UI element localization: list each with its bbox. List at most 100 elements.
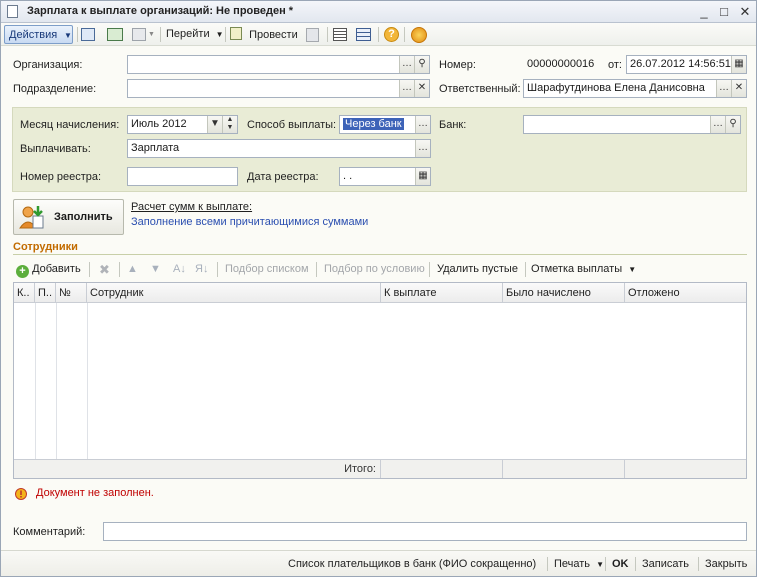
pay-label: Выплачивать: xyxy=(20,143,91,155)
maximize-button[interactable]: □ xyxy=(716,4,732,19)
organization-label: Организация: xyxy=(13,59,83,71)
employees-table[interactable]: К.. П.. № Сотрудник К выплате Было начис… xyxy=(13,282,747,479)
move-up-icon[interactable]: ▲ xyxy=(127,260,138,279)
table-settings-icon[interactable] xyxy=(356,28,371,41)
pick-list-button[interactable]: Подбор списком xyxy=(225,260,309,279)
actions-label: Действия xyxy=(9,29,58,41)
column-header[interactable]: Было начислено xyxy=(503,283,625,303)
print-menu-button[interactable]: Печать ▼ xyxy=(554,556,604,572)
pay-field[interactable]: Зарплата … xyxy=(127,139,431,158)
close-window-button[interactable]: ✕ xyxy=(737,4,753,19)
payment-method-field[interactable]: Через банк … xyxy=(339,115,431,134)
column-header[interactable]: Отложено xyxy=(625,283,746,303)
minimize-button[interactable]: _ xyxy=(696,4,712,19)
organization-field[interactable]: … ⚲ xyxy=(127,55,430,74)
clear-icon[interactable]: ✕ xyxy=(731,80,746,97)
fill-button[interactable]: Заполнить xyxy=(13,199,124,235)
toolbar-separator xyxy=(316,262,317,277)
total-accrued-cell xyxy=(503,460,625,478)
title-bar: Зарплата к выплате организаций: Не прове… xyxy=(1,1,756,23)
goto-menu-button[interactable]: Перейти ▼ xyxy=(166,25,224,44)
total-deferred-cell xyxy=(625,460,746,478)
copy-icon[interactable] xyxy=(81,28,95,41)
registry-number-field[interactable] xyxy=(127,167,238,186)
column-header[interactable]: П.. xyxy=(35,283,56,303)
section-divider xyxy=(13,254,747,255)
delete-icon[interactable]: ✖ xyxy=(99,260,110,279)
search-icon[interactable]: ⚲ xyxy=(725,116,740,133)
toolbar-separator xyxy=(605,557,606,571)
choose-button[interactable]: … xyxy=(415,140,430,157)
toolbar-separator xyxy=(525,262,526,277)
column-header[interactable]: № xyxy=(56,283,87,303)
toolbar-separator xyxy=(327,27,328,42)
choose-button[interactable]: … xyxy=(415,116,430,133)
add-icon: + xyxy=(16,265,29,278)
chevron-down-icon: ▼ xyxy=(628,265,637,274)
employees-toolbar: + Добавить ✖ ▲ ▼ A↓ Я↓ Подбор списком По… xyxy=(13,259,747,279)
calculator-icon[interactable] xyxy=(411,27,427,43)
sort-asc-icon[interactable]: A↓ xyxy=(173,260,186,279)
chevron-down-icon[interactable]: ▼ xyxy=(207,116,222,133)
toolbar-separator xyxy=(119,262,120,277)
post-button[interactable]: Провести xyxy=(230,25,298,44)
table-footer: Итого: xyxy=(14,459,746,478)
refresh-icon[interactable] xyxy=(107,28,123,41)
warning-icon xyxy=(14,487,28,500)
chevron-down-icon: ▼ xyxy=(64,31,72,40)
registry-date-value: . . xyxy=(343,170,353,182)
clear-icon[interactable]: ✕ xyxy=(414,80,429,97)
number-field[interactable]: 00000000016 xyxy=(523,55,602,74)
payment-mark-label: Отметка выплаты xyxy=(531,263,623,275)
calendar-icon[interactable]: ▦ xyxy=(731,56,746,73)
column-header[interactable]: Сотрудник xyxy=(87,283,381,303)
close-button[interactable]: Закрыть xyxy=(705,556,747,572)
choose-button[interactable]: … xyxy=(399,56,414,73)
toolbar-separator xyxy=(547,557,548,571)
choose-button[interactable]: … xyxy=(716,80,731,97)
payment-mark-menu-button[interactable]: Отметка выплаты ▼ xyxy=(531,260,636,279)
pay-value: Зарплата xyxy=(131,142,180,154)
chevron-down-icon[interactable]: ▼ xyxy=(148,25,155,44)
pick-condition-button[interactable]: Подбор по условию xyxy=(324,260,425,279)
calendar-icon[interactable]: ▦ xyxy=(415,168,430,185)
add-row-button[interactable]: + Добавить xyxy=(16,260,81,279)
search-icon[interactable]: ⚲ xyxy=(414,56,429,73)
choose-button[interactable]: … xyxy=(710,116,725,133)
month-field[interactable]: Июль 2012 ▼ ▲ ▼ xyxy=(127,115,238,134)
save-button[interactable]: Записать xyxy=(642,556,689,572)
spin-icon[interactable]: ▲ ▼ xyxy=(222,116,237,133)
column-header[interactable]: К выплате xyxy=(381,283,503,303)
unpost-icon[interactable] xyxy=(306,28,319,42)
delete-empty-button[interactable]: Удалить пустые xyxy=(437,260,518,279)
column-header[interactable]: К.. xyxy=(14,283,35,303)
responsible-field[interactable]: Шарафутдинова Елена Данисовна … ✕ xyxy=(523,79,747,98)
sort-desc-icon[interactable]: Я↓ xyxy=(195,260,208,279)
actions-menu-button[interactable]: Действия ▼ xyxy=(4,25,73,44)
move-down-icon[interactable]: ▼ xyxy=(150,260,161,279)
structure-icon[interactable] xyxy=(132,28,146,41)
list-icon[interactable] xyxy=(333,28,347,41)
comment-field[interactable] xyxy=(103,522,747,541)
add-label: Добавить xyxy=(32,263,81,275)
ok-button[interactable]: OK xyxy=(612,556,629,572)
date-field[interactable]: 26.07.2012 14:56:51 ▦ xyxy=(626,55,747,74)
subdivision-field[interactable]: … ✕ xyxy=(127,79,430,98)
registry-date-field[interactable]: . . ▦ xyxy=(339,167,431,186)
bank-field[interactable]: … ⚲ xyxy=(523,115,741,134)
choose-button[interactable]: … xyxy=(399,80,414,97)
toolbar-separator xyxy=(77,27,78,42)
toolbar-separator xyxy=(404,27,405,42)
month-value: Июль 2012 xyxy=(131,118,187,130)
responsible-value: Шарафутдинова Елена Данисовна xyxy=(527,82,705,94)
fill-person-icon xyxy=(19,204,45,230)
table-header: К.. П.. № Сотрудник К выплате Было начис… xyxy=(14,283,746,303)
help-icon[interactable]: ? xyxy=(384,27,399,42)
toolbar-separator xyxy=(225,27,226,42)
calc-sums-link[interactable]: Расчет сумм к выплате: xyxy=(131,201,252,213)
fill-all-sums-link[interactable]: Заполнение всеми причитающимися суммами xyxy=(131,216,368,228)
document-window: Зарплата к выплате организаций: Не прове… xyxy=(0,0,757,577)
payers-list-button[interactable]: Список плательщиков в банк (ФИО сокращен… xyxy=(288,556,536,572)
main-toolbar: Действия ▼ ▼ Перейти ▼ Провести ? xyxy=(1,23,756,46)
goto-label: Перейти xyxy=(166,28,210,40)
